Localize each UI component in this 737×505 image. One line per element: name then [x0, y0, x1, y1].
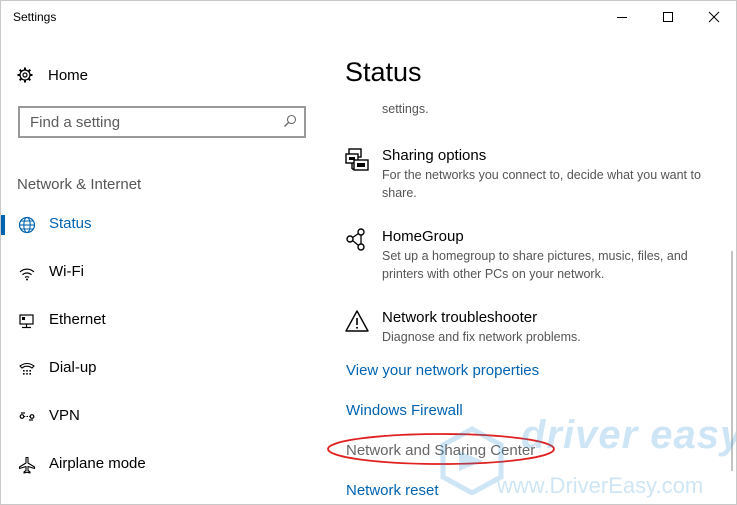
- homegroup-entry[interactable]: HomeGroup Set up a homegroup to share pi…: [345, 228, 715, 281]
- entry-description: For the networks you connect to, decide …: [382, 168, 701, 200]
- entry-description: Set up a homegroup to share pictures, mu…: [382, 249, 688, 281]
- minimize-button[interactable]: [599, 1, 645, 33]
- maximize-icon: [663, 12, 673, 22]
- active-indicator: [1, 215, 5, 235]
- window-title: Settings: [13, 10, 57, 24]
- close-icon: [708, 11, 720, 23]
- airplane-icon: [17, 455, 37, 475]
- main-content: Status settings. Sharing options For the…: [321, 33, 736, 504]
- search-input[interactable]: Find a setting: [18, 106, 306, 138]
- sidebar-item-label: Wi-Fi: [49, 263, 84, 280]
- maximize-button[interactable]: [645, 1, 691, 33]
- section-title: Network & Internet: [17, 176, 142, 193]
- vpn-icon: [17, 407, 37, 427]
- settings-window: Settings Home Find a setting Network & I…: [0, 0, 737, 505]
- sharing-options-entry[interactable]: Sharing options For the networks you con…: [345, 147, 715, 200]
- entry-title: HomeGroup: [382, 228, 464, 245]
- dialup-icon: [17, 359, 37, 379]
- homegroup-icon: [346, 228, 365, 251]
- network-reset-link[interactable]: Network reset: [346, 482, 439, 499]
- sidebar-item-ethernet[interactable]: Ethernet: [1, 301, 321, 341]
- sidebar-item-vpn[interactable]: VPN: [1, 397, 321, 437]
- page-title: Status: [345, 57, 422, 87]
- entry-description: Diagnose and fix network problems.: [382, 330, 581, 344]
- title-bar: Settings: [1, 1, 736, 33]
- close-button[interactable]: [691, 1, 736, 33]
- gear-icon: [17, 67, 33, 83]
- windows-firewall-link[interactable]: Windows Firewall: [346, 402, 463, 419]
- home-nav-item[interactable]: Home: [17, 64, 88, 86]
- sidebar-item-airplane-mode[interactable]: Airplane mode: [1, 445, 321, 485]
- entry-title: Sharing options: [382, 147, 487, 164]
- sidebar-item-label: Ethernet: [49, 311, 106, 328]
- search-icon: [284, 114, 297, 127]
- view-network-properties-link[interactable]: View your network properties: [346, 362, 539, 379]
- wifi-icon: [17, 263, 37, 283]
- sidebar-item-dialup[interactable]: Dial-up: [1, 349, 321, 389]
- minimize-icon: [617, 17, 627, 18]
- warning-icon: [345, 310, 369, 332]
- sidebar-item-label: Status: [49, 215, 92, 232]
- entry-title: Network troubleshooter: [382, 309, 538, 326]
- scrollbar[interactable]: [731, 251, 733, 471]
- sidebar-item-label: Airplane mode: [49, 455, 146, 472]
- clipped-description: settings.: [382, 102, 429, 116]
- highlight-ellipse: [327, 433, 555, 465]
- sidebar: Home Find a setting Network & Internet S…: [1, 33, 321, 504]
- search-placeholder: Find a setting: [30, 114, 121, 131]
- ethernet-icon: [17, 311, 37, 331]
- network-troubleshooter-entry[interactable]: Network troubleshooter Diagnose and fix …: [345, 309, 715, 345]
- home-label: Home: [48, 66, 89, 84]
- sidebar-item-label: Dial-up: [49, 359, 97, 376]
- sidebar-item-label: VPN: [49, 407, 80, 424]
- sharing-icon: [345, 148, 369, 171]
- sidebar-item-wifi[interactable]: Wi-Fi: [1, 253, 321, 293]
- globe-icon: [17, 215, 37, 235]
- sidebar-item-status[interactable]: Status: [1, 205, 321, 245]
